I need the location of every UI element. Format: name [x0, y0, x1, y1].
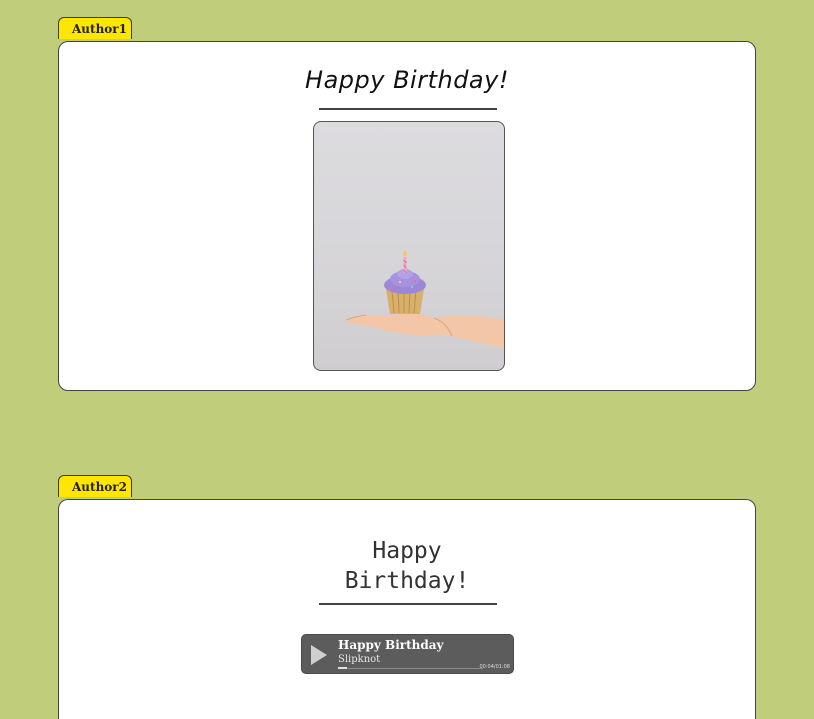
author-tag-2: Author2 — [58, 475, 132, 497]
audio-player: Happy Birthday Slipknot 00:04/01:08 — [301, 634, 514, 674]
cupcake-photo — [313, 121, 505, 371]
post-card-2: Happy Birthday! Happy Birthday Slipknot … — [58, 499, 756, 719]
author-tag-1: Author1 — [58, 17, 132, 39]
time-readout: 00:04/01:08 — [479, 664, 510, 670]
cupcake-on-hand-image — [345, 250, 504, 348]
post-title: Happy Birthday! — [59, 536, 755, 596]
title-underline — [319, 108, 497, 110]
track-title: Happy Birthday — [338, 638, 444, 652]
post-card-1: Happy Birthday! — [58, 41, 756, 391]
author-name: Author2 — [72, 480, 127, 494]
progress-fill — [338, 667, 347, 669]
track-artist: Slipknot — [338, 654, 381, 665]
title-line-2: Birthday! — [344, 568, 470, 594]
post-title: Happy Birthday! — [305, 66, 509, 94]
title-line-1: Happy — [372, 538, 442, 564]
author-name: Author1 — [72, 22, 127, 36]
title-underline — [319, 603, 497, 605]
play-icon[interactable] — [311, 645, 327, 665]
progress-bar[interactable] — [338, 667, 483, 669]
